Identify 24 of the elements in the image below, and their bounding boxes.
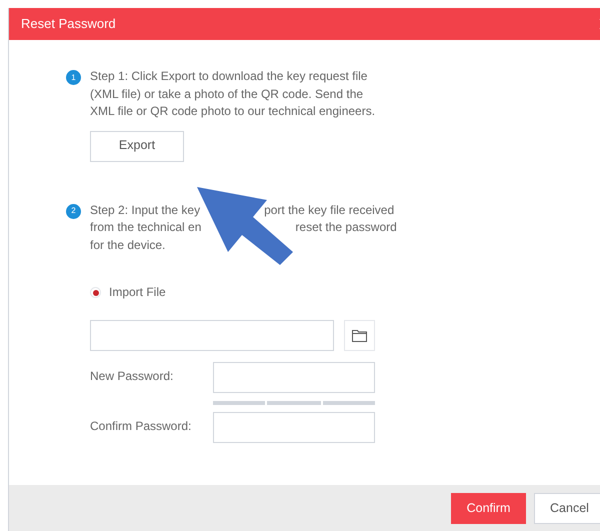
field-label: New Password:: [90, 368, 174, 386]
step-instruction: Step 2: Input the key: [90, 202, 200, 218]
field-label: Confirm Password:: [90, 418, 192, 436]
step-instruction: from the technical en: [90, 219, 202, 236]
strength-meter: [323, 400, 375, 404]
dialog-title: Reset Password: [21, 15, 116, 34]
new-password-field[interactable]: [213, 362, 375, 392]
step-instruction: reset the password: [295, 219, 397, 236]
import-file-radio[interactable]: Import File: [90, 284, 397, 302]
confirm-password-field[interactable]: [213, 412, 375, 442]
export-button[interactable]: Export: [90, 130, 184, 162]
step-instruction: for the device.: [90, 236, 166, 254]
file-path-field[interactable]: [90, 320, 334, 350]
cancel-button[interactable]: Cancel: [534, 492, 600, 524]
folder-icon: [352, 328, 367, 342]
step-number: 2: [66, 204, 81, 218]
confirm-button[interactable]: Confirm: [451, 492, 526, 524]
step-instruction: Step 1: Click Export to download the key request file (XML file) or take a photo of the QR code. Send the XML file or QR code photo to our technical engineers.: [90, 68, 376, 120]
browse-button[interactable]: [344, 320, 375, 350]
strength-meter: [267, 400, 321, 404]
step-number: 1: [66, 70, 81, 85]
strength-meter: [213, 400, 265, 404]
step-instruction: port the key file received: [264, 202, 394, 218]
radio-button[interactable]: [90, 287, 101, 298]
